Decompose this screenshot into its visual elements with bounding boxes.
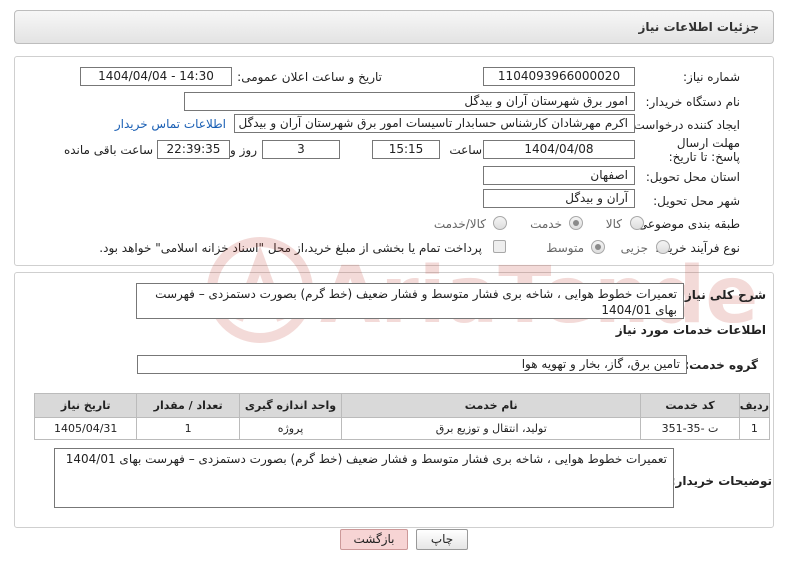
- remaining-time-field[interactable]: 22:39:35: [157, 140, 230, 159]
- category-option-service: خدمت: [530, 217, 562, 231]
- treasury-payment-checkbox[interactable]: [493, 240, 506, 253]
- summary-label: شرح کلی نیاز:: [680, 288, 766, 302]
- payment-note: پرداخت تمام یا بخشی از مبلغ خرید،از محل …: [99, 241, 482, 255]
- process-radio-minor[interactable]: [656, 240, 670, 254]
- remaining-time-label: ساعت باقی مانده: [63, 143, 153, 157]
- page-title: جزئیات اطلاعات نیاز: [638, 20, 759, 34]
- days-remaining-field[interactable]: 3: [262, 140, 340, 159]
- deadline-time-field[interactable]: 15:15: [372, 140, 440, 159]
- service-group-label: گروه خدمت:: [684, 358, 758, 372]
- summary-textarea[interactable]: تعمیرات خطوط هوایی ، شاخه بری فشار متوسط…: [136, 283, 684, 319]
- requester-label: ایجاد کننده درخواست:: [629, 118, 740, 132]
- cell-service-code: ت -35-351: [640, 417, 740, 440]
- col-header-unit: واحد اندازه گیری: [238, 393, 343, 418]
- print-button[interactable]: چاپ: [416, 529, 468, 550]
- buyer-notes-textarea[interactable]: تعمیرات خطوط هوایی ، شاخه بری فشار متوسط…: [54, 448, 674, 508]
- category-radio-service[interactable]: [569, 216, 583, 230]
- announce-datetime-label: تاریخ و ساعت اعلان عمومی:: [237, 70, 382, 84]
- back-button[interactable]: بازگشت: [340, 529, 408, 550]
- table-header-row: ردیف کد خدمت نام خدمت واحد اندازه گیری ت…: [33, 393, 771, 418]
- table-row: 1 ت -35-351 تولید، انتقال و توزیع برق پر…: [33, 417, 771, 440]
- page-header: جزئیات اطلاعات نیاز: [14, 10, 774, 44]
- col-header-service-code: کد خدمت: [640, 393, 740, 418]
- need-number-label: شماره نیاز:: [683, 70, 740, 84]
- cell-row-number: 1: [738, 417, 771, 440]
- cell-need-date: 1405/04/31: [33, 417, 138, 440]
- services-table: ردیف کد خدمت نام خدمت واحد اندازه گیری ت…: [33, 393, 771, 440]
- buyer-notes-label: توضیحات خریدار:: [670, 474, 772, 488]
- deadline-time-label: ساعت: [449, 143, 482, 157]
- process-option-medium: متوسط: [546, 241, 584, 255]
- requester-field[interactable]: اکرم مهرشادان کارشناس حسابدار تاسیسات ام…: [234, 114, 635, 133]
- process-radio-medium[interactable]: [591, 240, 605, 254]
- col-header-quantity: تعداد / مقدار: [136, 393, 240, 418]
- col-header-row-number: ردیف: [738, 393, 771, 418]
- cell-service-name: تولید، انتقال و توزیع برق: [341, 417, 642, 440]
- city-label: شهر محل تحویل:: [653, 194, 740, 208]
- announce-datetime-field[interactable]: 1404/04/04 - 14:30: [80, 67, 232, 86]
- deadline-label: مهلت ارسال پاسخ: تا تاریخ:: [668, 136, 740, 164]
- deadline-date-field[interactable]: 1404/04/08: [483, 140, 635, 159]
- buyer-contact-link[interactable]: اطلاعات تماس خریدار: [115, 117, 226, 131]
- buyer-org-label: نام دستگاه خریدار:: [645, 95, 741, 109]
- city-field[interactable]: آران و بیدگل: [483, 189, 635, 208]
- days-label: روز و: [230, 143, 257, 157]
- cell-unit: پروژه: [238, 417, 343, 440]
- cell-quantity: 1: [136, 417, 240, 440]
- category-option-goods-service: کالا/خدمت: [433, 217, 486, 231]
- category-radio-goods[interactable]: [630, 216, 644, 230]
- need-number-field[interactable]: 1104093966000020: [483, 67, 635, 86]
- province-field[interactable]: اصفهان: [483, 166, 635, 185]
- category-label: طبقه بندی موضوعی:: [633, 217, 740, 231]
- buyer-org-field[interactable]: امور برق شهرستان آران و بیدگل: [184, 92, 635, 111]
- category-radio-goods-service[interactable]: [493, 216, 507, 230]
- service-group-field[interactable]: تامین برق، گاز، بخار و تهویه هوا: [137, 355, 687, 374]
- services-section-title: اطلاعات خدمات مورد نیاز: [615, 323, 766, 337]
- col-header-need-date: تاریخ نیاز: [33, 393, 138, 418]
- category-option-goods: کالا: [605, 217, 622, 231]
- col-header-service-name: نام خدمت: [341, 393, 642, 418]
- process-option-minor: جزیی: [620, 241, 648, 255]
- province-label: استان محل تحویل:: [645, 170, 740, 184]
